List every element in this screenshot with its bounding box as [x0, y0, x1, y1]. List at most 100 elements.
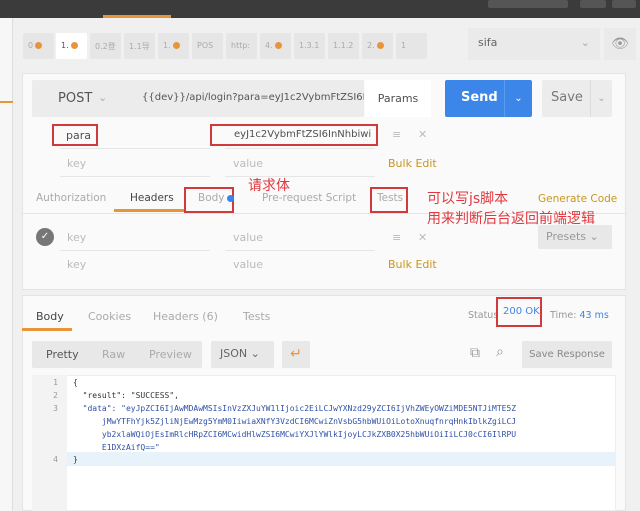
eye-icon[interactable]: 👁	[604, 28, 636, 60]
request-tab[interactable]: 1.	[158, 33, 189, 59]
checkbox-icon[interactable]: ✓	[36, 228, 54, 246]
response-tab-cookies[interactable]: Cookies	[88, 310, 131, 323]
view-preview[interactable]: Preview	[149, 348, 192, 361]
request-tab[interactable]: http:	[226, 33, 257, 59]
param-value-input[interactable]: eyJ1c2VybmFtZSI6InNhbiwi	[210, 124, 378, 146]
menu-icon[interactable]: ≡	[392, 128, 401, 141]
tab-body[interactable]: Body	[198, 192, 234, 204]
view-pretty[interactable]: Pretty	[46, 348, 79, 361]
view-raw[interactable]: Raw	[102, 348, 125, 361]
chevron-down-icon[interactable]: ⌄	[504, 80, 532, 117]
bulk-edit-link[interactable]: Bulk Edit	[388, 258, 437, 271]
request-tab[interactable]: 0	[23, 33, 54, 59]
tab-label: 4.	[265, 41, 273, 50]
method-select[interactable]: POST	[58, 91, 92, 106]
save-button[interactable]: Save ⌄	[542, 80, 612, 117]
tab-label: http:	[231, 41, 251, 50]
title-bar	[0, 0, 640, 18]
code-line: }	[73, 455, 78, 464]
line-number: 3	[53, 404, 58, 413]
tab-label: 2.	[367, 41, 375, 50]
tab-label: 1.1导	[129, 42, 150, 51]
active-indicator	[103, 15, 171, 18]
chevron-down-icon[interactable]: ⌄	[590, 80, 612, 117]
annotation-tests-1: 可以写js脚本	[427, 191, 509, 207]
tab-tests[interactable]: Tests	[377, 192, 403, 204]
environment-select[interactable]: sifa ⌄	[468, 28, 600, 60]
line-number: 1	[53, 378, 58, 387]
top-button[interactable]	[580, 0, 606, 8]
request-tab[interactable]: 4.	[260, 33, 291, 59]
sidebar-marker	[0, 101, 13, 103]
close-icon[interactable]: ✕	[418, 128, 427, 141]
header-value-input[interactable]: value	[233, 231, 263, 244]
url-input[interactable]: {{dev}}/api/login?para=eyJ1c2VybmFtZSI6I…	[142, 92, 364, 103]
code-line: "result": "SUCCESS",	[73, 391, 179, 400]
tab-authorization[interactable]: Authorization	[36, 192, 106, 204]
code-line: "data": "eyJpZCI6IjAwMDAwMSIsInVzZXJuYW1…	[73, 404, 517, 413]
response-tab-tests[interactable]: Tests	[243, 310, 270, 323]
chevron-down-icon[interactable]: ⌄	[98, 91, 107, 104]
header-key-input[interactable]: key	[67, 258, 86, 271]
send-label: Send	[461, 90, 498, 105]
param-value: eyJ1c2VybmFtZSI6InNhbiwi	[234, 129, 372, 140]
value-input[interactable]: value	[233, 157, 263, 170]
active-tab-underline	[22, 328, 72, 331]
line-number: 4	[53, 455, 58, 464]
header-value-input[interactable]: value	[233, 258, 263, 271]
param-key: para	[66, 129, 91, 142]
tab-headers[interactable]: Headers	[130, 192, 174, 204]
format-select[interactable]: JSON ⌄	[211, 341, 274, 368]
key-input[interactable]: key	[67, 157, 86, 170]
annotation-body: 请求体	[248, 178, 290, 194]
status-value: 200 OK	[496, 297, 542, 327]
save-response-button[interactable]: Save Response	[522, 341, 612, 368]
request-tab[interactable]: 1	[396, 33, 427, 59]
request-tab[interactable]: 0.2登	[90, 33, 121, 59]
body-indicator-dot	[226, 195, 234, 202]
time-value: 43 ms	[579, 310, 609, 321]
status-label: Status	[468, 310, 499, 321]
presets-button[interactable]: Presets ⌄	[538, 225, 612, 249]
top-button[interactable]	[488, 0, 568, 8]
code-line: jMwYTFhYjk5ZjliNjEwMzg5YmM0IiwiaXNfY3Vzd…	[73, 417, 517, 426]
response-tab-headers[interactable]: Headers (6)	[153, 310, 218, 323]
code-line: {	[73, 378, 78, 387]
tab-body-label: Body	[198, 192, 225, 204]
send-button[interactable]: Send ⌄	[445, 80, 532, 117]
code-line: yb2xlaWQiOjEsImRlcHRpZCI6MCwidHlwZSI6MCw…	[73, 430, 517, 439]
params-button[interactable]: Params	[365, 80, 431, 117]
wrap-icon[interactable]: ↵	[282, 341, 310, 368]
tab-label: 1.3.1	[299, 41, 320, 50]
request-tab[interactable]: 1.1.2	[328, 33, 359, 59]
tab-label: 0.2登	[95, 42, 116, 51]
request-tab[interactable]: 1.	[56, 33, 87, 59]
request-tab[interactable]: POS	[192, 33, 223, 59]
tab-label: 1.1.2	[333, 41, 354, 50]
request-tab[interactable]: 1.1导	[124, 33, 155, 59]
menu-icon[interactable]: ≡	[392, 231, 401, 244]
search-icon[interactable]: ⌕	[496, 344, 504, 360]
unsaved-dot	[35, 42, 43, 49]
unsaved-dot	[70, 42, 78, 49]
unsaved-dot	[274, 42, 282, 49]
bulk-edit-link[interactable]: Bulk Edit	[388, 157, 437, 170]
param-key-input[interactable]: para	[52, 124, 98, 146]
time-label-text: Time:	[550, 310, 577, 321]
sidebar	[0, 18, 13, 511]
tab-label: 1.	[163, 41, 171, 50]
time-label: Time: 43 ms	[550, 310, 609, 321]
top-button[interactable]	[612, 0, 636, 8]
close-icon[interactable]: ✕	[418, 231, 427, 244]
header-key-input[interactable]: key	[67, 231, 86, 244]
response-tab-body[interactable]: Body	[36, 310, 64, 323]
chevron-down-icon: ⌄	[580, 36, 590, 49]
request-tab[interactable]: 2.	[362, 33, 393, 59]
presets-label: Presets	[546, 230, 587, 243]
environment-value: sifa	[478, 36, 498, 49]
request-tab[interactable]: 1.3.1	[294, 33, 325, 59]
format-value: JSON	[220, 347, 248, 360]
generate-code-link[interactable]: Generate Code	[538, 193, 617, 205]
copy-icon[interactable]: ⧉	[470, 345, 480, 361]
active-line	[67, 452, 616, 466]
